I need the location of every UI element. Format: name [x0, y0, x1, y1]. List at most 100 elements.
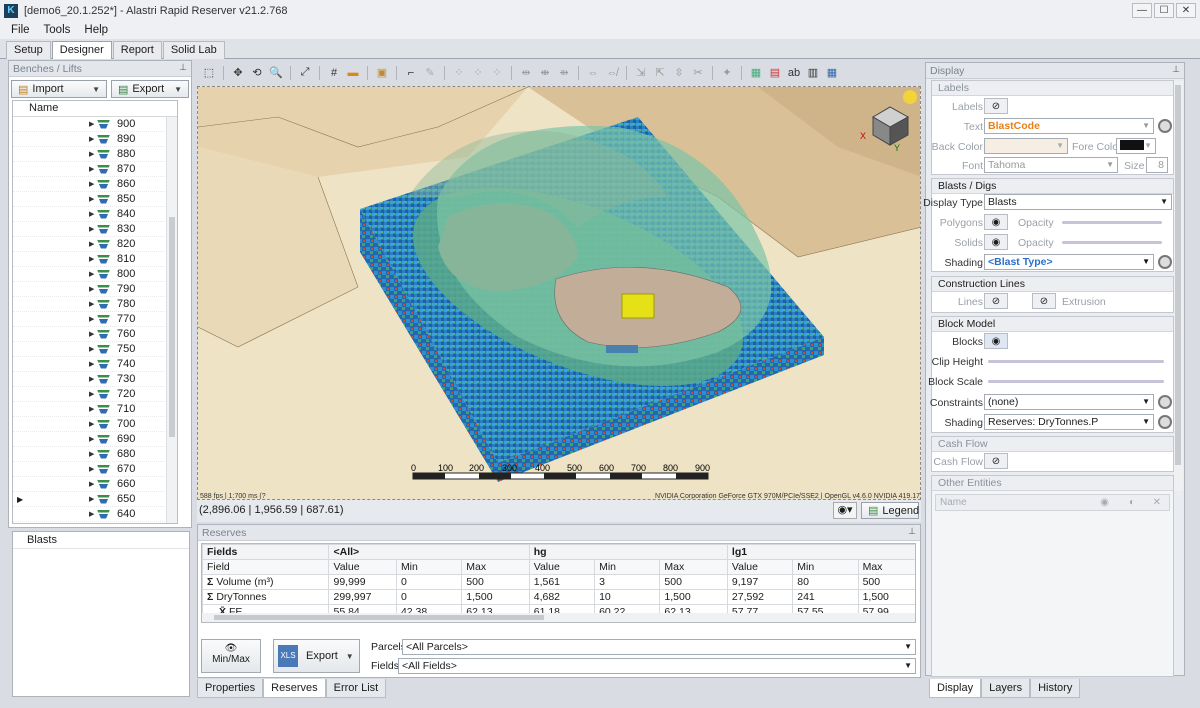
node-delete-icon[interactable]: ⁘ [489, 65, 505, 81]
link-icon[interactable]: ⇔ [585, 65, 601, 81]
shrink-icon[interactable]: ⇱ [652, 65, 668, 81]
expand-arrow-icon[interactable]: ▶ [89, 225, 94, 233]
color-icon[interactable]: ◐ [1129, 497, 1135, 508]
blast-shading-select[interactable]: <Blast Type> ▼ [984, 254, 1154, 270]
tab-reserves[interactable]: Reserves [263, 679, 326, 698]
column-subheader[interactable]: Min [792, 559, 859, 575]
settings-gear-icon[interactable] [1158, 119, 1172, 133]
tab-setup[interactable]: Setup [6, 41, 51, 59]
expand-arrow-icon[interactable]: ▶ [89, 360, 94, 368]
bench-row[interactable]: ▶ 830 [13, 222, 177, 237]
expand-arrow-icon[interactable]: ▶ [89, 420, 94, 428]
bench-row[interactable]: ▶ 750 [13, 342, 177, 357]
tab-designer[interactable]: Designer [51, 41, 112, 59]
expand-icon[interactable]: ⇲ [633, 65, 649, 81]
display-scrollbar[interactable] [1174, 81, 1183, 491]
split-icon[interactable]: ⇹ [518, 65, 534, 81]
polygon-icon[interactable]: ⌐ [403, 65, 419, 81]
display-type-select[interactable]: Blasts ▼ [984, 194, 1172, 210]
pan-icon[interactable]: ✥ [230, 65, 246, 81]
legend-button[interactable]: ▤Legend▼ [861, 502, 931, 519]
reserves-export-button[interactable]: XLS Export ▼ [273, 639, 360, 673]
bench-row[interactable]: ▶ 700 [13, 417, 177, 432]
column-subheader[interactable]: Max [659, 559, 728, 575]
fields-select[interactable]: <All Fields> ▼ [398, 658, 916, 674]
expand-arrow-icon[interactable]: ▶ [89, 345, 94, 353]
expand-arrow-icon[interactable]: ▶ [89, 255, 94, 263]
pin-icon[interactable]: ⊥ [1172, 64, 1180, 75]
expand-arrow-icon[interactable]: ▶ [89, 480, 94, 488]
column-subheader[interactable]: Max [857, 559, 915, 575]
eye-icon[interactable]: ◉ [984, 214, 1008, 230]
column-subheader[interactable]: Min [395, 559, 463, 575]
tab-display[interactable]: Display [929, 679, 982, 698]
expand-arrow-icon[interactable]: ▶ [89, 285, 94, 293]
eye-icon[interactable]: ◉ [1100, 497, 1109, 508]
node-add-icon[interactable]: ⁘ [451, 65, 467, 81]
bench-row[interactable]: ▶ 820 [13, 237, 177, 252]
zoom-extents-icon[interactable]: ⤢ [297, 65, 313, 81]
bench-row[interactable]: ▶ 690 [13, 432, 177, 447]
font-select[interactable]: Tahoma ▼ [984, 157, 1118, 173]
pencil-icon[interactable]: ✎ [422, 65, 438, 81]
expand-arrow-icon[interactable]: ▶ [89, 270, 94, 278]
bench-row[interactable]: ▶ 730 [13, 372, 177, 387]
expand-arrow-icon[interactable]: ▶ [89, 375, 94, 383]
expand-arrow-icon[interactable]: ▶ [89, 195, 94, 203]
bench-row[interactable]: ▶ 710 [13, 402, 177, 417]
expand-arrow-icon[interactable]: ▶ [89, 135, 94, 143]
clip-height-slider[interactable] [988, 360, 1164, 363]
minimize-button[interactable]: — [1132, 3, 1152, 18]
bench-row[interactable]: ▶ 800 [13, 267, 177, 282]
close-button[interactable]: ✕ [1176, 3, 1196, 18]
zoom-icon[interactable]: 🔍 [268, 65, 284, 81]
trim-icon[interactable]: ⇳ [671, 65, 687, 81]
rotate-icon[interactable]: ⟲ [249, 65, 265, 81]
tab-solid-lab[interactable]: Solid Lab [162, 41, 225, 59]
expand-arrow-icon[interactable]: ▶ [89, 150, 94, 158]
bench-row[interactable]: ▶ 850 [13, 192, 177, 207]
bench-row[interactable]: ▶ 860 [13, 177, 177, 192]
constraints-select[interactable]: (none) ▼ [984, 394, 1154, 410]
polygons-opacity-slider[interactable] [1062, 221, 1162, 224]
bench-row[interactable]: ▶ 650 [13, 492, 177, 507]
bench-row[interactable]: ▶ 660 [13, 477, 177, 492]
fore-color-select[interactable]: ▼ [1116, 138, 1156, 154]
settings-gear-icon[interactable] [1158, 415, 1172, 429]
expand-arrow-icon[interactable]: ▶ [89, 465, 94, 473]
solids-opacity-slider[interactable] [1062, 241, 1162, 244]
ruler-icon[interactable]: ▬ [345, 65, 361, 81]
column-header-name[interactable]: Name [13, 101, 177, 117]
block-shading-select[interactable]: Reserves: DryTonnes.P ▼ [984, 414, 1154, 430]
pin-icon[interactable]: ⊥ [179, 62, 187, 73]
bench-row[interactable]: ▶ 790 [13, 282, 177, 297]
parcels-select[interactable]: <All Parcels> ▼ [402, 639, 916, 655]
display-options-icon[interactable]: ▥ [805, 65, 821, 81]
filter-icon[interactable]: ▤ [767, 65, 783, 81]
eye-off-icon[interactable]: ⊘ [984, 453, 1008, 469]
expand-arrow-icon[interactable]: ▶ [89, 180, 94, 188]
bench-row[interactable]: ▶ 900 [13, 117, 177, 132]
offset-icon[interactable]: ⇻ [556, 65, 572, 81]
table-row[interactable]: Σ Volume (m³) 99,999 0 500 1,561 3 500 9,197 80 50… [202, 574, 915, 590]
bench-row[interactable]: ▶ 640 [13, 507, 177, 522]
grid-icon[interactable]: # [326, 65, 342, 81]
expand-arrow-icon[interactable]: ▶ [89, 450, 94, 458]
expand-arrow-icon[interactable]: ▶ [89, 405, 94, 413]
maximize-button[interactable]: ☐ [1154, 3, 1174, 18]
settings-gear-icon[interactable] [1158, 395, 1172, 409]
expand-arrow-icon[interactable]: ▶ [89, 495, 94, 503]
column-subheader[interactable]: Max [461, 559, 530, 575]
tab-report[interactable]: Report [112, 41, 162, 59]
expand-arrow-icon[interactable]: ▶ [89, 330, 94, 338]
tab-layers[interactable]: Layers [981, 679, 1031, 698]
tab-properties[interactable]: Properties [197, 679, 264, 698]
cut-icon[interactable]: ✂ [690, 65, 706, 81]
menu-file[interactable]: File [4, 24, 37, 36]
settings-gear-icon[interactable] [1158, 255, 1172, 269]
export-button[interactable]: ▤ Export ▼ [111, 80, 189, 98]
bench-row[interactable]: ▶ 780 [13, 297, 177, 312]
expand-arrow-icon[interactable]: ▶ [89, 300, 94, 308]
column-subheader[interactable]: Min [594, 559, 661, 575]
eye-off-icon[interactable]: ⊘ [984, 98, 1008, 114]
